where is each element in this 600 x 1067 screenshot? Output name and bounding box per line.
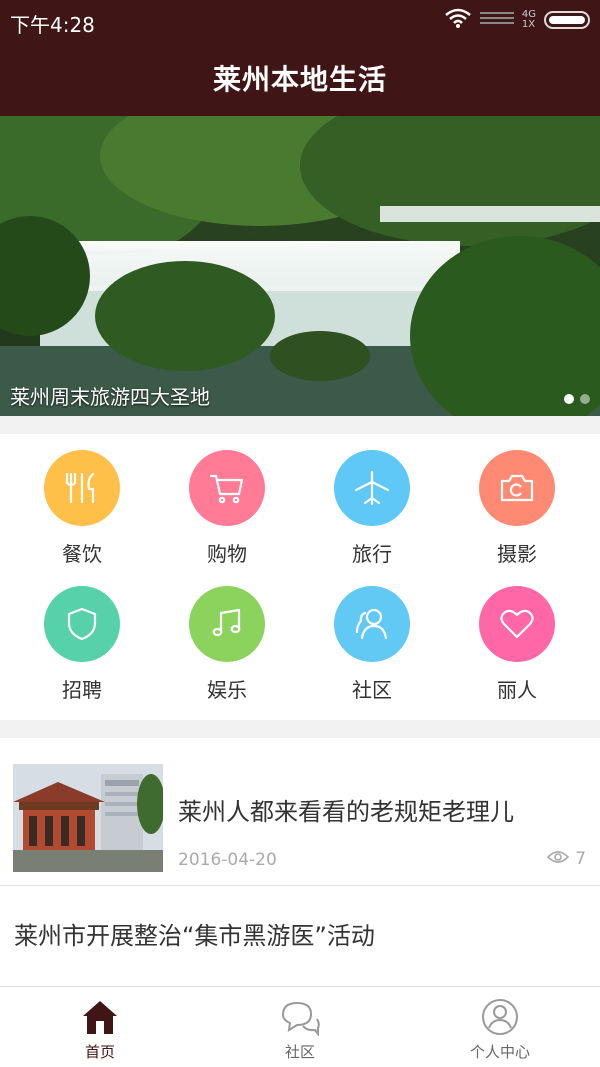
status-icons: 4G 1X [444,8,590,32]
category-travel[interactable]: 旅行 [297,434,447,568]
signal-icon [479,8,514,32]
status-time: 下午4:28 [10,13,95,37]
camera-icon [479,450,555,526]
news-date: 2016-04-20 [178,850,277,870]
category-shopping[interactable]: 购物 [152,434,302,568]
banner-image [0,116,600,416]
app-header: 莱州本地生活 [0,44,600,116]
category-dining[interactable]: 餐饮 [7,434,157,568]
network-type-bottom: 1X [521,19,536,30]
battery-icon [544,11,590,29]
network-type: 4G 1X [522,10,536,30]
category-label: 招聘 [62,678,102,702]
category-label: 社区 [352,678,392,702]
banner-caption: 莱州周末旅游四大圣地 [10,385,210,409]
news-thumbnail [13,764,163,872]
status-bar: 下午4:28 4G 1X [0,0,600,44]
news-title: 莱州人都来看看的老规矩老理儿 [178,798,514,826]
airplane-icon [334,450,410,526]
chat-icon [200,997,400,1037]
tab-profile[interactable]: 个人中心 [400,987,600,1067]
view-count: 7 [575,849,586,869]
news-views: 7 [547,849,586,869]
news-list: 莱州人都来看看的老规矩老理儿 2016-04-20 7 莱州市开展整治“集市黑游… [0,738,600,986]
category-label: 餐饮 [62,542,102,566]
tab-label: 社区 [284,1043,315,1061]
banner-carousel[interactable]: 莱州周末旅游四大圣地 [0,116,600,416]
shield-icon [44,586,120,662]
utensils-icon [44,450,120,526]
category-jobs[interactable]: 招聘 [7,570,157,704]
heart-icon [479,586,555,662]
category-photography[interactable]: 摄影 [442,434,592,568]
category-entertainment[interactable]: 娱乐 [152,570,302,704]
category-label: 娱乐 [207,678,247,702]
music-note-icon [189,586,265,662]
cart-icon [189,450,265,526]
carousel-dot [564,394,574,404]
page-title: 莱州本地生活 [212,63,387,96]
user-icon [400,997,600,1037]
category-beauty[interactable]: 丽人 [442,570,592,704]
tab-community[interactable]: 社区 [200,987,400,1067]
category-label: 购物 [207,542,247,566]
carousel-indicator [564,394,590,404]
wifi-icon [444,8,472,32]
category-community[interactable]: 社区 [297,570,447,704]
category-label: 丽人 [497,678,537,702]
eye-icon [547,849,570,869]
tab-label: 首页 [84,1043,115,1061]
news-item[interactable]: 莱州市开展整治“集市黑游医”活动 [0,886,600,986]
news-title: 莱州市开展整治“集市黑游医”活动 [14,922,375,950]
home-icon [0,997,200,1037]
carousel-dot [580,394,590,404]
tab-label: 个人中心 [469,1043,530,1061]
category-label: 旅行 [352,542,392,566]
category-label: 摄影 [497,542,537,566]
users-icon [334,586,410,662]
news-item[interactable]: 莱州人都来看看的老规矩老理儿 2016-04-20 7 [0,738,600,886]
tab-home[interactable]: 首页 [0,987,200,1067]
category-grid: 餐饮 购物 旅行 摄影 招聘 娱乐 社区 丽人 [0,434,600,720]
bottom-tab-bar: 首页 社区 个人中心 [0,986,600,1067]
